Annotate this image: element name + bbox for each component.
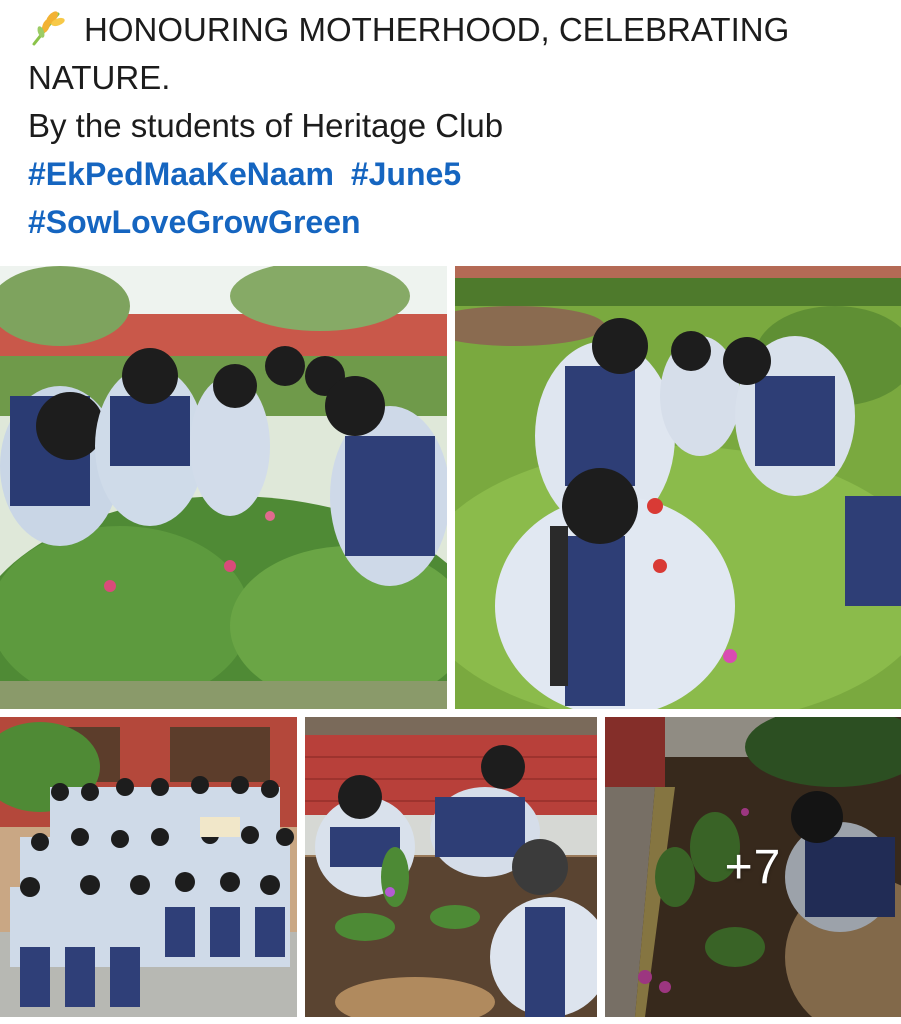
hashtag-sowlovegrowgreen[interactable]: #SowLoveGrowGreen [28,204,361,240]
hashtag-row-2: #SowLoveGrowGreen [28,198,888,246]
caption-title-row: HONOURING MOTHERHOOD, CELEBRATING [28,6,888,54]
gallery-photo-4[interactable] [305,717,597,1017]
photo-students-planting-shrubs [0,266,447,709]
hashtag-ekpedmaakenaam[interactable]: #EkPedMaaKeNaam [28,156,334,192]
photo-group-holding-saplings [0,717,297,1017]
gallery-photo-5-more[interactable]: +7 [605,717,901,1017]
gallery-photo-1[interactable] [0,266,447,709]
caption-title-continued: NATURE. [28,59,171,96]
caption-title: HONOURING MOTHERHOOD, CELEBRATING [84,11,790,48]
photo-students-planting-bed [305,717,597,1017]
gallery-photo-2[interactable] [455,266,901,709]
hashtag-june5[interactable]: #June5 [351,156,461,192]
more-photos-count: +7 [724,840,782,894]
hashtag-row: #EkPedMaaKeNaam #June5 [28,150,888,198]
photo-students-planting-lawn [455,266,901,709]
wheat-sprout-icon [32,11,65,46]
gallery-photo-3[interactable] [0,717,297,1017]
caption-byline: By the students of Heritage Club [28,107,504,144]
more-photos-overlay[interactable]: +7 [605,717,901,1017]
post-caption: HONOURING MOTHERHOOD, CELEBRATING NATURE… [28,6,888,246]
